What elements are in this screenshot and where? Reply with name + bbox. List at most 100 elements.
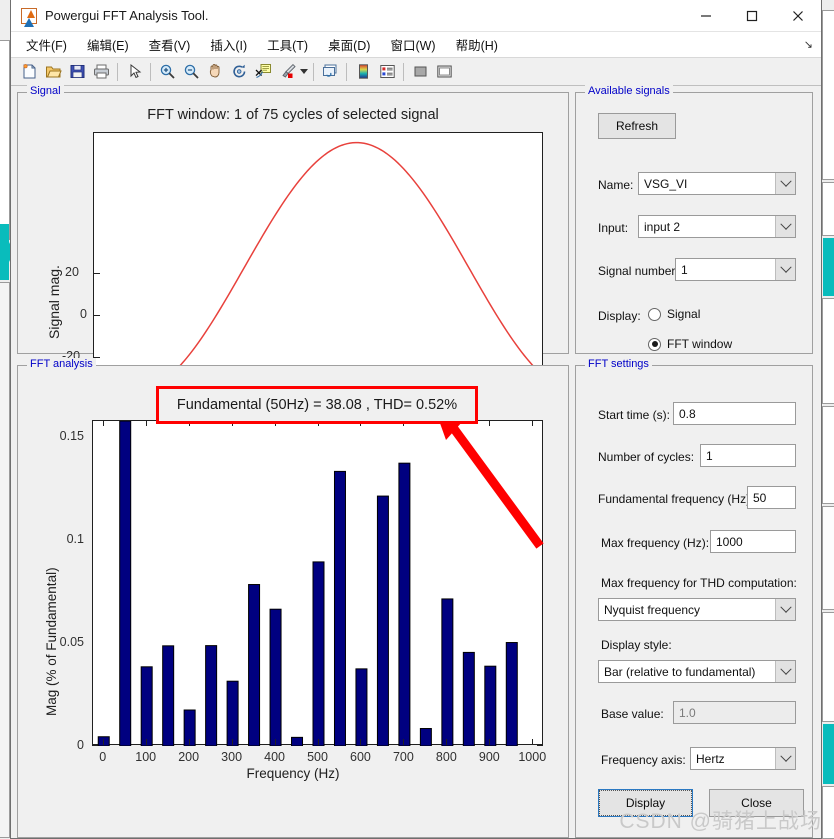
fft-xtick-mark bbox=[231, 739, 233, 745]
colorbar-icon[interactable] bbox=[351, 60, 375, 84]
menu-window[interactable]: 窗口(W) bbox=[381, 32, 444, 57]
input-dropdown[interactable]: input 2 bbox=[638, 215, 796, 238]
refresh-button[interactable]: Refresh bbox=[598, 113, 676, 139]
fft-settings-panel: FFT settings Start time (s): 0.8 Number … bbox=[575, 358, 813, 838]
brush-dropdown-icon[interactable] bbox=[299, 60, 309, 84]
radio-fft-window-label: FFT window bbox=[667, 337, 733, 351]
available-signals-panel: Available signals Refresh Name: VSG_VI I… bbox=[575, 85, 813, 354]
fft-bar bbox=[333, 470, 346, 747]
fft-xtick-mark bbox=[145, 739, 147, 745]
bg-window-right-e bbox=[822, 612, 834, 722]
display-label: Display: bbox=[598, 309, 641, 323]
brush-data-icon[interactable] bbox=[275, 60, 299, 84]
input-label: Input: bbox=[598, 221, 629, 235]
show-plot-tools-icon[interactable] bbox=[432, 60, 456, 84]
signal-chart-title: FFT window: 1 of 75 cycles of selected s… bbox=[147, 107, 439, 123]
radio-signal-circle[interactable] bbox=[648, 307, 661, 321]
bg-window-right-d bbox=[822, 506, 834, 610]
menu-insert[interactable]: 插入(I) bbox=[201, 32, 256, 57]
menu-tools[interactable]: 工具(T) bbox=[258, 32, 317, 57]
open-file-icon[interactable] bbox=[41, 60, 65, 84]
toolbar-separator bbox=[313, 62, 314, 81]
window-title: Powergui FFT Analysis Tool. bbox=[45, 8, 209, 23]
frequency-axis-value: Hertz bbox=[696, 751, 725, 766]
fft-bar bbox=[376, 495, 389, 747]
bg-window-left bbox=[0, 40, 10, 240]
chevron-down-icon[interactable] bbox=[775, 216, 795, 237]
chevron-down-icon[interactable] bbox=[775, 173, 795, 194]
close-button[interactable] bbox=[775, 0, 821, 32]
fft-xtick-mark bbox=[360, 739, 362, 745]
number-of-cycles-input[interactable]: 1 bbox=[700, 444, 796, 467]
fundamental-frequency-value: 50 bbox=[753, 490, 767, 505]
fft-bar bbox=[312, 561, 325, 747]
minimize-button[interactable] bbox=[683, 0, 729, 32]
chevron-down-icon[interactable] bbox=[775, 259, 795, 280]
menu-overflow-icon[interactable]: ↘ bbox=[804, 38, 813, 51]
fft-y-axis-label: Mag (% of Fundamental) bbox=[44, 567, 59, 716]
rotate-3d-icon[interactable] bbox=[227, 60, 251, 84]
legend-icon[interactable] bbox=[375, 60, 399, 84]
menu-help[interactable]: 帮助(H) bbox=[447, 32, 507, 57]
name-dropdown[interactable]: VSG_VI bbox=[638, 172, 796, 195]
fft-xtick-mark bbox=[102, 739, 104, 745]
menu-edit[interactable]: 编辑(E) bbox=[78, 32, 138, 57]
title-bar: Powergui FFT Analysis Tool. bbox=[11, 0, 821, 32]
input-dropdown-value: input 2 bbox=[644, 219, 681, 234]
signal-ytick-0: 0 bbox=[80, 307, 87, 321]
frequency-axis-label: Frequency axis: bbox=[601, 753, 686, 767]
fft-xtick-label: 500 bbox=[307, 750, 328, 764]
display-style-dropdown[interactable]: Bar (relative to fundamental) bbox=[598, 660, 796, 683]
thd-max-frequency-dropdown[interactable]: Nyquist frequency bbox=[598, 598, 796, 621]
fft-xtick-mark bbox=[446, 739, 448, 745]
fft-ytick-label: 0.05 bbox=[59, 635, 84, 650]
toolbar-separator bbox=[150, 62, 151, 81]
fundamental-frequency-input[interactable]: 50 bbox=[747, 486, 796, 509]
menu-file[interactable]: 文件(F) bbox=[17, 32, 76, 57]
radio-fft-window-circle[interactable] bbox=[648, 337, 661, 351]
radio-signal-label: Signal bbox=[667, 307, 701, 321]
pan-hand-icon[interactable] bbox=[203, 60, 227, 84]
signal-trace-svg bbox=[93, 141, 545, 395]
zoom-in-icon[interactable] bbox=[155, 60, 179, 84]
max-frequency-input[interactable]: 1000 bbox=[710, 530, 796, 553]
fft-bar bbox=[398, 462, 411, 747]
toolbar-separator bbox=[346, 62, 347, 81]
bg-window-right-a bbox=[822, 182, 834, 236]
fft-bar bbox=[441, 598, 454, 747]
signal-number-dropdown[interactable]: 1 bbox=[675, 258, 796, 281]
start-time-input[interactable]: 0.8 bbox=[673, 402, 796, 425]
toolbar-separator bbox=[403, 62, 404, 81]
print-figure-icon[interactable] bbox=[89, 60, 113, 84]
fft-xtick-mark bbox=[403, 739, 405, 745]
menu-desktop[interactable]: 桌面(D) bbox=[319, 32, 379, 57]
chevron-down-icon[interactable] bbox=[775, 748, 795, 769]
fft-bar bbox=[484, 665, 497, 747]
signal-plot-area[interactable] bbox=[93, 132, 545, 402]
new-figure-icon[interactable] bbox=[17, 60, 41, 84]
display-button[interactable]: Display bbox=[598, 789, 693, 817]
close-button-settings[interactable]: Close bbox=[709, 789, 804, 817]
data-cursor-icon[interactable] bbox=[251, 60, 275, 84]
fft-annotation-callout: Fundamental (50Hz) = 38.08 , THD= 0.52% bbox=[156, 386, 478, 424]
hide-plot-tools-icon[interactable] bbox=[408, 60, 432, 84]
max-frequency-value: 1000 bbox=[716, 534, 743, 549]
fft-xtick-mark bbox=[102, 420, 104, 426]
toolbar bbox=[11, 58, 821, 86]
radio-fft-window[interactable]: FFT window bbox=[648, 337, 732, 351]
chevron-down-icon[interactable] bbox=[775, 661, 795, 682]
maximize-button[interactable] bbox=[729, 0, 775, 32]
chevron-down-icon[interactable] bbox=[775, 599, 795, 620]
fft-panel-title: FFT analysis bbox=[27, 358, 96, 370]
menu-view[interactable]: 查看(V) bbox=[140, 32, 200, 57]
menu-bar: 文件(F) 编辑(E) 查看(V) 插入(I) 工具(T) 桌面(D) 窗口(W… bbox=[11, 32, 821, 58]
annotation-arrow-icon bbox=[436, 412, 544, 549]
link-plot-icon[interactable] bbox=[318, 60, 342, 84]
zoom-out-icon[interactable] bbox=[179, 60, 203, 84]
pointer-select-icon[interactable] bbox=[122, 60, 146, 84]
save-figure-icon[interactable] bbox=[65, 60, 89, 84]
main-content: Signal FFT window: 1 of 75 cycles of sel… bbox=[11, 85, 821, 838]
frequency-axis-dropdown[interactable]: Hertz bbox=[690, 747, 796, 770]
number-of-cycles-label: Number of cycles: bbox=[598, 450, 695, 464]
radio-signal[interactable]: Signal bbox=[648, 307, 700, 321]
